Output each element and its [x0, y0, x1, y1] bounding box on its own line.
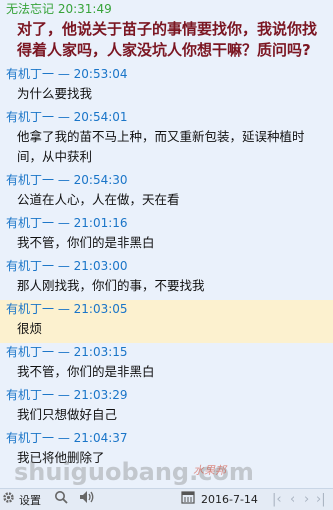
prev-page-button[interactable]: ‹ — [290, 491, 295, 508]
last-page-icon: ›| — [316, 492, 326, 507]
gear-icon — [2, 491, 15, 509]
message-item: 有机丁一 — 21:03:00 那人刚找我，你们的事，不要找我 — [0, 257, 333, 300]
message-text: 他拿了我的苗不马上种，而又重新包装，延误种植时间，从中获利 — [17, 129, 305, 164]
message-item: 无法忘记 20:31:49 对了，他说关于苗子的事情要找你，我说你找得着人家吗，… — [0, 0, 333, 65]
message-text: 很烦 — [17, 321, 43, 336]
message-header: 有机丁一 — 20:54:30 — [6, 173, 128, 187]
sender-name: 有机丁一 — [6, 216, 55, 230]
message-item: 有机丁一 — 20:54:30 公道在人心，人在做，天在看 — [0, 171, 333, 214]
message-item: 有机丁一 — 21:03:15 我不管，你们的是非黑白 — [0, 343, 333, 386]
sender-name: 有机丁一 — [6, 259, 55, 273]
message-item: 有机丁一 — 21:01:16 我不管，你们的是非黑白 — [0, 214, 333, 257]
watermark-logo: 水果邦 — [193, 464, 226, 477]
message-text: 我不管，你们的是非黑白 — [17, 364, 155, 379]
message-time: 21:01:16 — [73, 216, 128, 230]
sender-name: 有机丁一 — [6, 388, 55, 402]
sender-name: 有机丁一 — [6, 110, 55, 124]
message-text: 为什么要找我 — [17, 86, 93, 101]
message-text: 那人刚找我，你们的事，不要找我 — [17, 278, 205, 293]
message-time: 21:04:37 — [73, 431, 128, 445]
message-time: 21:03:15 — [73, 345, 128, 359]
message-time: 20:53:04 — [73, 67, 128, 81]
settings-button[interactable]: 设置 — [2, 491, 41, 508]
current-date: 2016-7-14 — [201, 493, 258, 506]
calendar-button[interactable] — [181, 491, 195, 508]
sender-name: 有机丁一 — [6, 302, 55, 316]
message-header: 有机丁一 — 21:03:15 — [6, 345, 128, 359]
sender-name: 有机丁一 — [6, 431, 55, 445]
message-item: 有机丁一 — 20:53:04 为什么要找我 — [0, 65, 333, 108]
message-time: 21:03:29 — [73, 388, 128, 402]
sender-name: 有机丁一 — [6, 345, 55, 359]
message-header: 无法忘记 20:31:49 — [0, 0, 333, 19]
next-page-icon: › — [304, 492, 310, 507]
sender-name: 有机丁一 — [6, 67, 55, 81]
message-text: 对了，他说关于苗子的事情要找你，我说你找得着人家吗，人家没坑人你想干嘛？质问吗? — [17, 20, 318, 59]
message-time: 21:03:05 — [73, 302, 128, 316]
sound-button[interactable] — [79, 491, 95, 508]
settings-label: 设置 — [19, 493, 41, 507]
message-time: 20:54:01 — [73, 110, 128, 124]
message-text: 我不管，你们的是非黑白 — [17, 235, 155, 250]
next-page-button[interactable]: › — [304, 491, 309, 508]
message-time: 20:54:30 — [73, 173, 128, 187]
message-text: 公道在人心，人在做，天在看 — [17, 192, 180, 207]
search-button[interactable] — [54, 491, 68, 508]
message-text: 我们只想做好自己 — [17, 407, 118, 422]
calendar-icon — [181, 490, 195, 509]
message-header: 有机丁一 — 21:01:16 — [6, 216, 128, 230]
message-header: 有机丁一 — 21:04:37 — [6, 431, 128, 445]
message-header: 有机丁一 — 20:53:04 — [6, 67, 128, 81]
message-header: 有机丁一 — 20:54:01 — [6, 110, 128, 124]
message-item-highlighted: 有机丁一 — 21:03:05 很烦 — [0, 300, 333, 343]
first-page-icon: |‹ — [272, 492, 282, 507]
footer-toolbar: 设置 2016-7-14 |‹ ‹ › ›| — [0, 488, 333, 510]
speaker-icon — [79, 490, 95, 509]
search-icon — [54, 490, 68, 509]
first-page-button[interactable]: |‹ — [272, 491, 282, 508]
message-header: 有机丁一 — 21:03:29 — [6, 388, 128, 402]
prev-page-icon: ‹ — [290, 492, 296, 507]
last-page-button[interactable]: ›| — [316, 491, 326, 508]
sender-name: 无法忘记 — [6, 2, 55, 16]
chat-history[interactable]: 无法忘记 20:31:49 对了，他说关于苗子的事情要找你，我说你找得着人家吗，… — [0, 0, 333, 488]
message-item: 有机丁一 — 21:03:29 我们只想做好自己 — [0, 386, 333, 429]
message-header: 有机丁一 — 21:03:00 — [6, 259, 128, 273]
sender-name: 有机丁一 — [6, 173, 55, 187]
message-header: 有机丁一 — 21:03:05 — [6, 302, 128, 316]
message-time: 20:31:49 — [57, 2, 112, 16]
message-item: 有机丁一 — 20:54:01 他拿了我的苗不马上种，而又重新包装，延误种植时间… — [0, 108, 333, 171]
message-time: 21:03:00 — [73, 259, 128, 273]
